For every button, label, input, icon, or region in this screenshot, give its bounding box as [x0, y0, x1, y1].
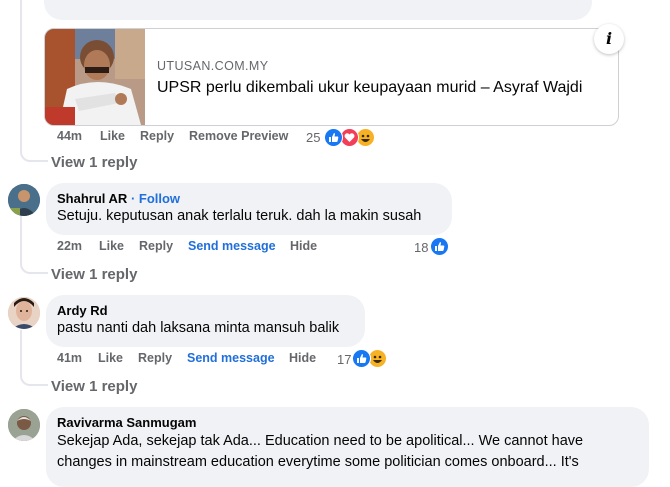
send-message-button[interactable]: Send message [188, 239, 276, 253]
avatar[interactable] [8, 409, 40, 441]
send-message-button[interactable]: Send message [187, 351, 275, 365]
info-icon[interactable]: i [594, 24, 624, 54]
thread-hook [20, 352, 48, 386]
reaction-count[interactable]: 25 [306, 130, 320, 145]
thumbs-up-icon [324, 128, 343, 147]
reaction-count[interactable]: 18 [414, 240, 428, 255]
like-button[interactable]: Like [98, 351, 123, 365]
author-name[interactable]: Ardy Rd [57, 303, 108, 318]
comment-author[interactable]: Shahrul AR · Follow [57, 191, 180, 206]
view-replies-link[interactable]: View 1 reply [51, 154, 137, 171]
hide-button[interactable]: Hide [290, 239, 317, 253]
comment-text: Setuju. keputusan anak terlalu teruk. da… [57, 208, 422, 224]
hide-button[interactable]: Hide [289, 351, 316, 365]
comment-timestamp[interactable]: 22m [57, 239, 82, 253]
comment-timestamp[interactable]: 44m [57, 129, 82, 143]
remove-preview-button[interactable]: Remove Preview [189, 129, 288, 143]
follow-button[interactable]: · Follow [131, 191, 180, 206]
comment-text-line: Sekejap Ada, sekejap tak Ada... Educatio… [57, 433, 584, 449]
reply-button[interactable]: Reply [138, 351, 172, 365]
author-name[interactable]: Shahrul AR [57, 191, 127, 206]
reply-button[interactable]: Reply [139, 239, 173, 253]
previous-comment-bubble [44, 0, 592, 20]
preview-title[interactable]: UPSR perlu dikembali ukur keupayaan muri… [157, 79, 582, 97]
link-preview-card[interactable]: UTUSAN.COM.MY UPSR perlu dikembali ukur … [44, 28, 619, 126]
comment-text: pastu nanti dah laksana minta mansuh bal… [57, 320, 340, 336]
view-replies-link[interactable]: View 1 reply [51, 266, 137, 283]
preview-thumbnail [45, 29, 145, 125]
thread-line [20, 0, 22, 148]
avatar[interactable] [8, 297, 40, 329]
thumbs-up-icon [352, 349, 371, 368]
thumbs-up-icon [430, 237, 449, 256]
view-replies-link[interactable]: View 1 reply [51, 378, 137, 395]
avatar[interactable] [8, 184, 40, 216]
reaction-count[interactable]: 17 [337, 352, 351, 367]
comment-text-line: changes in mainstream education everytim… [57, 454, 579, 470]
reply-button[interactable]: Reply [140, 129, 174, 143]
like-button[interactable]: Like [99, 239, 124, 253]
preview-domain: UTUSAN.COM.MY [157, 59, 269, 73]
like-button[interactable]: Like [100, 129, 125, 143]
comment-timestamp[interactable]: 41m [57, 351, 82, 365]
thread-hook [20, 130, 48, 162]
author-name[interactable]: Ravivarma Sanmugam [57, 415, 196, 430]
thread-hook [20, 240, 48, 274]
